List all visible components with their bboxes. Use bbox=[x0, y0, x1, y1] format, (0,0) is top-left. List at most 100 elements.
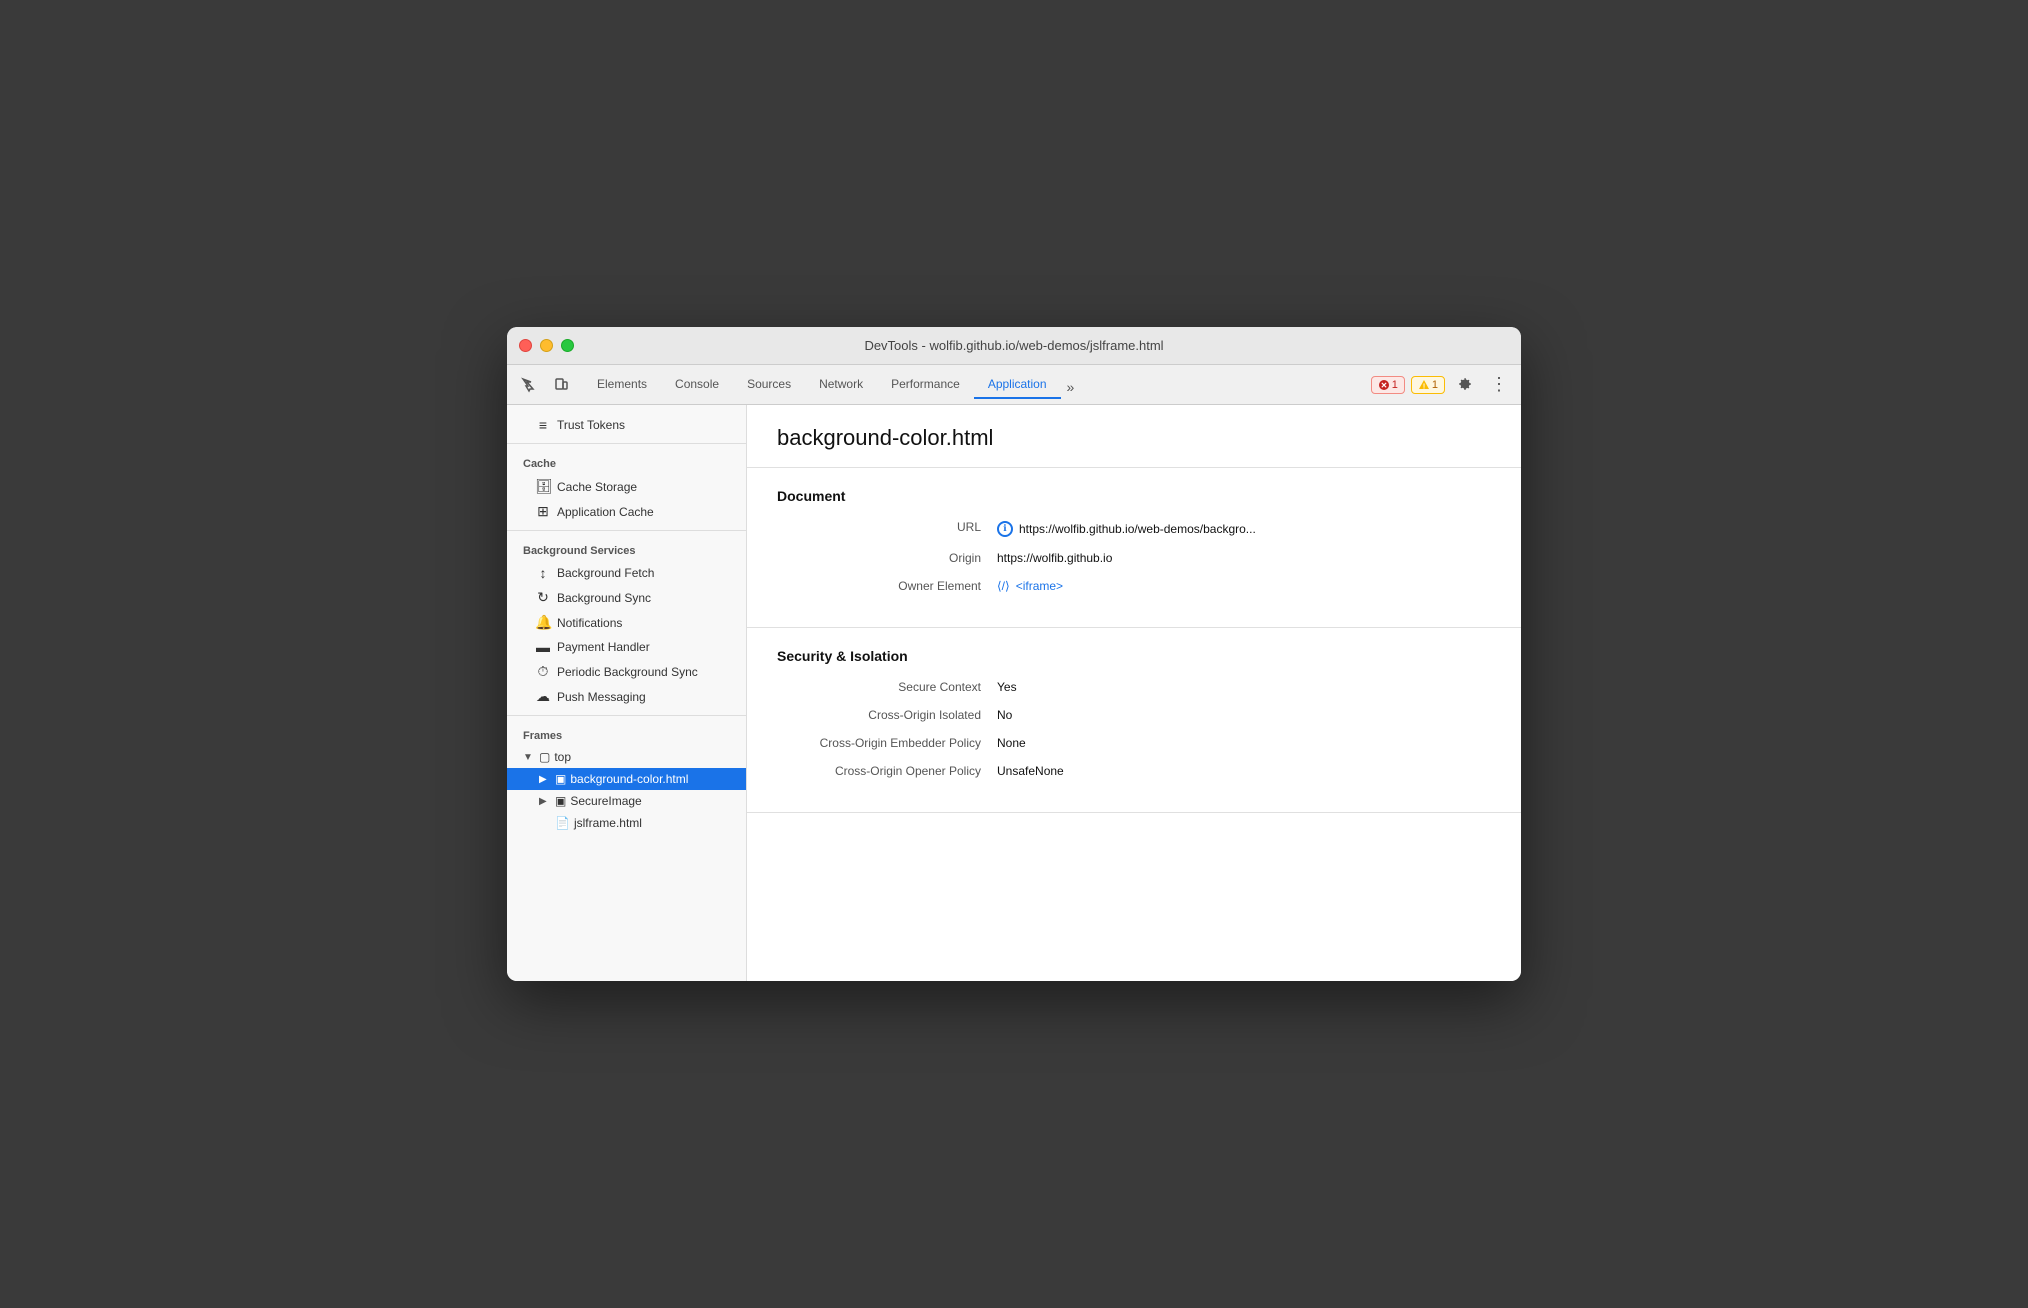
cross-origin-opener-text: UnsafeNone bbox=[997, 764, 1064, 778]
page-title: background-color.html bbox=[777, 425, 1491, 451]
url-text: https://wolfib.github.io/web-demos/backg… bbox=[1019, 522, 1256, 536]
cross-origin-embedder-text: None bbox=[997, 736, 1026, 750]
cross-origin-isolated-value: No bbox=[997, 708, 1012, 722]
sidebar-item-trust-tokens[interactable]: ≡ Trust Tokens bbox=[507, 413, 746, 437]
origin-field-row: Origin https://wolfib.github.io bbox=[777, 551, 1491, 565]
secure-context-label: Secure Context bbox=[777, 680, 997, 694]
frame-icon-top: ▢ bbox=[539, 750, 550, 764]
tab-elements[interactable]: Elements bbox=[583, 371, 661, 399]
document-section-title: Document bbox=[777, 488, 1491, 504]
origin-value: https://wolfib.github.io bbox=[997, 551, 1112, 565]
sidebar-item-label: jslframe.html bbox=[574, 816, 642, 830]
tab-application[interactable]: Application bbox=[974, 371, 1061, 399]
sidebar-item-label: background-color.html bbox=[570, 772, 688, 786]
sidebar-item-payment-handler[interactable]: ▬ Payment Handler bbox=[507, 635, 746, 659]
warning-count-badge[interactable]: ! 1 bbox=[1411, 376, 1445, 394]
owner-element-label: Owner Element bbox=[777, 579, 997, 593]
content-area: ≡ Trust Tokens Cache 🗄 Cache Storage ⊞ A… bbox=[507, 405, 1521, 981]
notifications-icon: 🔔 bbox=[535, 614, 551, 631]
sidebar-item-push-messaging[interactable]: ☁ Push Messaging bbox=[507, 684, 746, 709]
secure-context-value: Yes bbox=[997, 680, 1017, 694]
cross-origin-opener-label: Cross-Origin Opener Policy bbox=[777, 764, 997, 778]
push-messaging-icon: ☁ bbox=[535, 688, 551, 705]
cross-origin-isolated-text: No bbox=[997, 708, 1012, 722]
more-options-button[interactable]: ⋮ bbox=[1485, 371, 1513, 399]
tab-sources[interactable]: Sources bbox=[733, 371, 805, 399]
settings-button[interactable] bbox=[1451, 371, 1479, 399]
toolbar-right: ✕ 1 ! 1 ⋮ bbox=[1371, 371, 1513, 399]
divider-2 bbox=[507, 530, 746, 531]
sidebar-item-background-fetch[interactable]: ↕ Background Fetch bbox=[507, 561, 746, 585]
file-icon-jsl: 📄 bbox=[555, 816, 570, 830]
devtools-window: DevTools - wolfib.github.io/web-demos/js… bbox=[507, 327, 1521, 981]
frame-icon-si: ▣ bbox=[555, 794, 566, 808]
url-field-row: URL ℹ https://wolfib.github.io/web-demos… bbox=[777, 520, 1491, 537]
background-sync-icon: ↻ bbox=[535, 589, 551, 606]
close-button[interactable] bbox=[519, 339, 532, 352]
sidebar-item-application-cache[interactable]: ⊞ Application Cache bbox=[507, 499, 746, 524]
background-services-label: Background Services bbox=[507, 537, 746, 561]
cross-origin-opener-row: Cross-Origin Opener Policy UnsafeNone bbox=[777, 764, 1491, 778]
maximize-button[interactable] bbox=[561, 339, 574, 352]
cross-origin-embedder-label: Cross-Origin Embedder Policy bbox=[777, 736, 997, 750]
svg-text:!: ! bbox=[1423, 383, 1425, 390]
sidebar-item-periodic-background-sync[interactable]: ⏱ Periodic Background Sync bbox=[507, 659, 746, 684]
cache-storage-icon: 🗄 bbox=[535, 478, 551, 495]
url-security-icon: ℹ bbox=[997, 521, 1013, 537]
error-count: 1 bbox=[1392, 379, 1398, 391]
origin-label: Origin bbox=[777, 551, 997, 565]
window-title: DevTools - wolfib.github.io/web-demos/js… bbox=[864, 338, 1163, 353]
tab-network[interactable]: Network bbox=[805, 371, 877, 399]
svg-text:✕: ✕ bbox=[1380, 381, 1387, 390]
origin-text: https://wolfib.github.io bbox=[997, 551, 1112, 565]
main-content: background-color.html Document URL ℹ htt… bbox=[747, 405, 1521, 981]
code-icon: ⟨/⟩ bbox=[997, 579, 1010, 593]
sidebar-item-cache-storage[interactable]: 🗄 Cache Storage bbox=[507, 474, 746, 499]
periodic-background-sync-icon: ⏱ bbox=[535, 663, 551, 680]
owner-element-value: ⟨/⟩ <iframe> bbox=[997, 579, 1063, 593]
sidebar-item-notifications[interactable]: 🔔 Notifications bbox=[507, 610, 746, 635]
sidebar-item-top[interactable]: ▼ ▢ top bbox=[507, 746, 746, 768]
sidebar-item-label: Push Messaging bbox=[557, 690, 646, 704]
more-tabs-button[interactable]: » bbox=[1061, 375, 1081, 399]
toolbar: Elements Console Sources Network Perform… bbox=[507, 365, 1521, 405]
error-count-badge[interactable]: ✕ 1 bbox=[1371, 376, 1405, 394]
cross-origin-embedder-row: Cross-Origin Embedder Policy None bbox=[777, 736, 1491, 750]
cross-origin-isolated-label: Cross-Origin Isolated bbox=[777, 708, 997, 722]
frame-icon-bg: ▣ bbox=[555, 772, 566, 786]
sidebar-item-label: Cache Storage bbox=[557, 480, 637, 494]
sidebar-item-label: Trust Tokens bbox=[557, 418, 625, 432]
application-cache-icon: ⊞ bbox=[535, 503, 551, 520]
url-label: URL bbox=[777, 520, 997, 534]
url-value: ℹ https://wolfib.github.io/web-demos/bac… bbox=[997, 521, 1256, 537]
sidebar-item-label: top bbox=[554, 750, 571, 764]
cross-origin-isolated-row: Cross-Origin Isolated No bbox=[777, 708, 1491, 722]
document-section: Document URL ℹ https://wolfib.github.io/… bbox=[747, 468, 1521, 628]
titlebar: DevTools - wolfib.github.io/web-demos/js… bbox=[507, 327, 1521, 365]
tab-console[interactable]: Console bbox=[661, 371, 733, 399]
divider-1 bbox=[507, 443, 746, 444]
sidebar-item-background-color-html[interactable]: ▶ ▣ background-color.html bbox=[507, 768, 746, 790]
sidebar-item-label: Application Cache bbox=[557, 505, 654, 519]
device-toolbar-button[interactable] bbox=[547, 371, 575, 399]
divider-3 bbox=[507, 715, 746, 716]
iframe-link[interactable]: <iframe> bbox=[1016, 579, 1063, 593]
sidebar-item-secure-image[interactable]: ▶ ▣ SecureImage bbox=[507, 790, 746, 812]
tab-performance[interactable]: Performance bbox=[877, 371, 974, 399]
security-section: Security & Isolation Secure Context Yes … bbox=[747, 628, 1521, 813]
payment-handler-icon: ▬ bbox=[535, 639, 551, 655]
trust-tokens-icon: ≡ bbox=[535, 417, 551, 433]
sidebar-item-label: Background Fetch bbox=[557, 566, 654, 580]
security-section-title: Security & Isolation bbox=[777, 648, 1491, 664]
minimize-button[interactable] bbox=[540, 339, 553, 352]
sidebar-item-jslframe-html[interactable]: ▶ 📄 jslframe.html bbox=[507, 812, 746, 834]
sidebar-item-background-sync[interactable]: ↻ Background Sync bbox=[507, 585, 746, 610]
cross-origin-opener-value: UnsafeNone bbox=[997, 764, 1064, 778]
inspect-element-button[interactable] bbox=[515, 371, 543, 399]
tab-bar: Elements Console Sources Network Perform… bbox=[579, 371, 1367, 399]
sidebar-item-label: Payment Handler bbox=[557, 640, 650, 654]
secure-context-text: Yes bbox=[997, 680, 1017, 694]
expand-arrow-bg: ▶ bbox=[539, 774, 551, 785]
sidebar-item-label: Background Sync bbox=[557, 591, 651, 605]
page-title-area: background-color.html bbox=[747, 405, 1521, 468]
